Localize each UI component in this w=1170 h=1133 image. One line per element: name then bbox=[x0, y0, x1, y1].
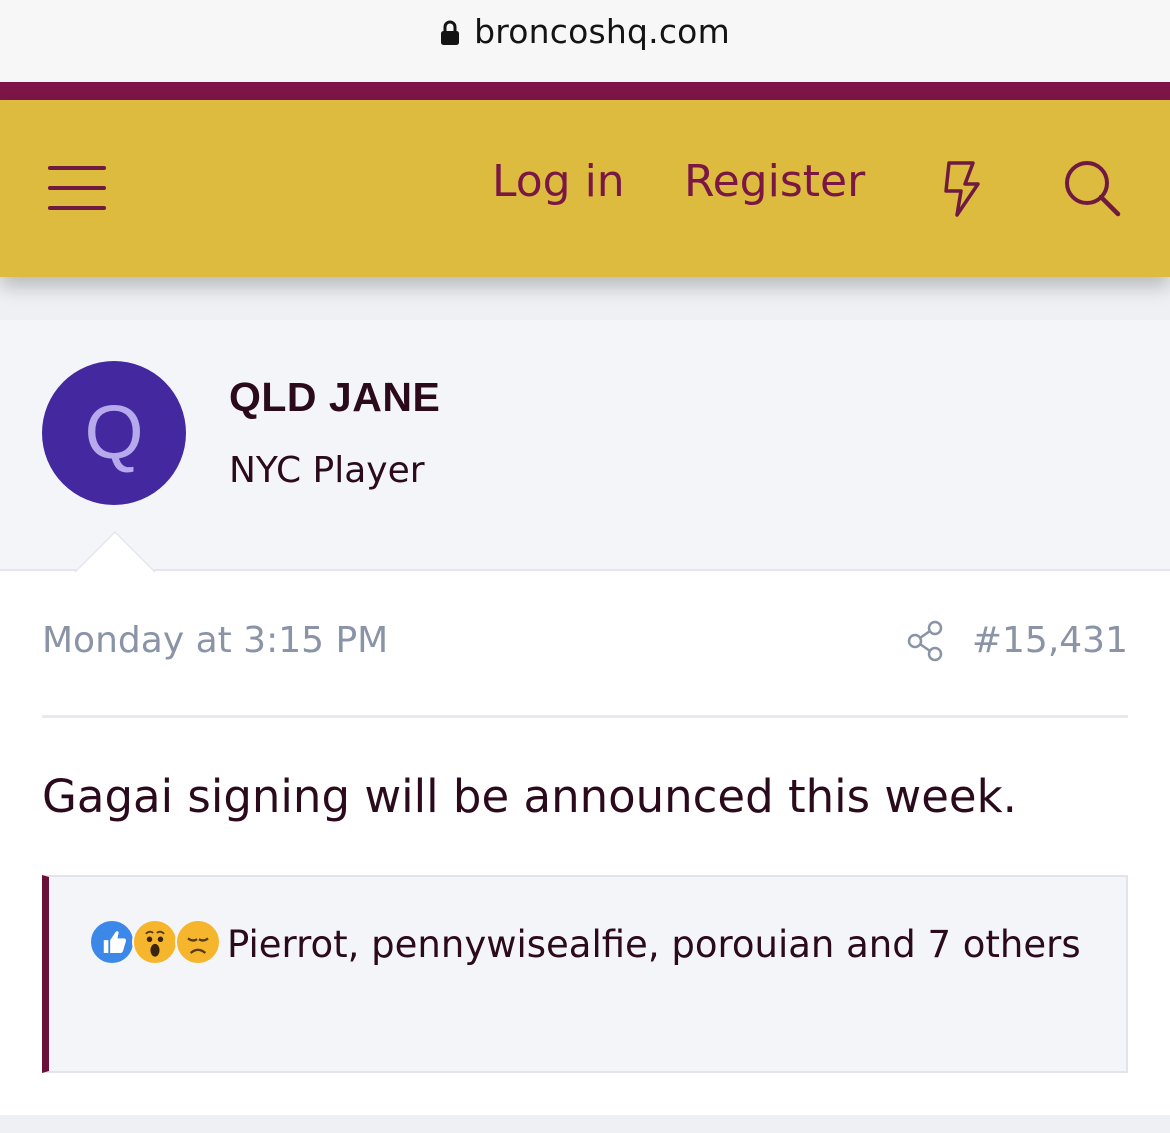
brand-stripe bbox=[0, 82, 1170, 100]
reactions-bar[interactable]: Pierrot, pennywisealfie, porouian and 7 … bbox=[42, 875, 1128, 1073]
user-block-pointer bbox=[76, 533, 154, 572]
hamburger-icon[interactable] bbox=[46, 162, 110, 214]
login-link[interactable]: Log in bbox=[492, 156, 625, 207]
reaction-summary[interactable]: Pierrot, pennywisealfie, porouian and 7 … bbox=[85, 915, 1105, 975]
post-user-block: Q QLD JANE NYC Player bbox=[0, 320, 1170, 571]
avatar[interactable]: Q bbox=[42, 361, 186, 505]
url-display[interactable]: broncoshq.com bbox=[0, 12, 1170, 51]
share-icon[interactable] bbox=[906, 620, 946, 662]
bolt-icon[interactable] bbox=[940, 160, 986, 218]
post-date[interactable]: Monday at 3:15 PM bbox=[42, 620, 388, 661]
user-title: NYC Player bbox=[229, 450, 425, 491]
browser-url-bar[interactable]: broncoshq.com bbox=[0, 0, 1170, 82]
register-link[interactable]: Register bbox=[684, 156, 865, 207]
post-number[interactable]: #15,431 bbox=[972, 620, 1128, 661]
meta-divider bbox=[42, 715, 1128, 718]
url-text: broncoshq.com bbox=[474, 12, 730, 51]
page-gutter-bottom bbox=[0, 1115, 1170, 1133]
post-message: Gagai signing will be announced this wee… bbox=[42, 770, 1017, 823]
username[interactable]: QLD JANE bbox=[229, 374, 440, 421]
lock-icon bbox=[441, 20, 460, 45]
search-icon[interactable] bbox=[1060, 156, 1124, 220]
site-navbar: Log in Register bbox=[0, 100, 1170, 277]
page-gutter bbox=[0, 277, 1170, 320]
